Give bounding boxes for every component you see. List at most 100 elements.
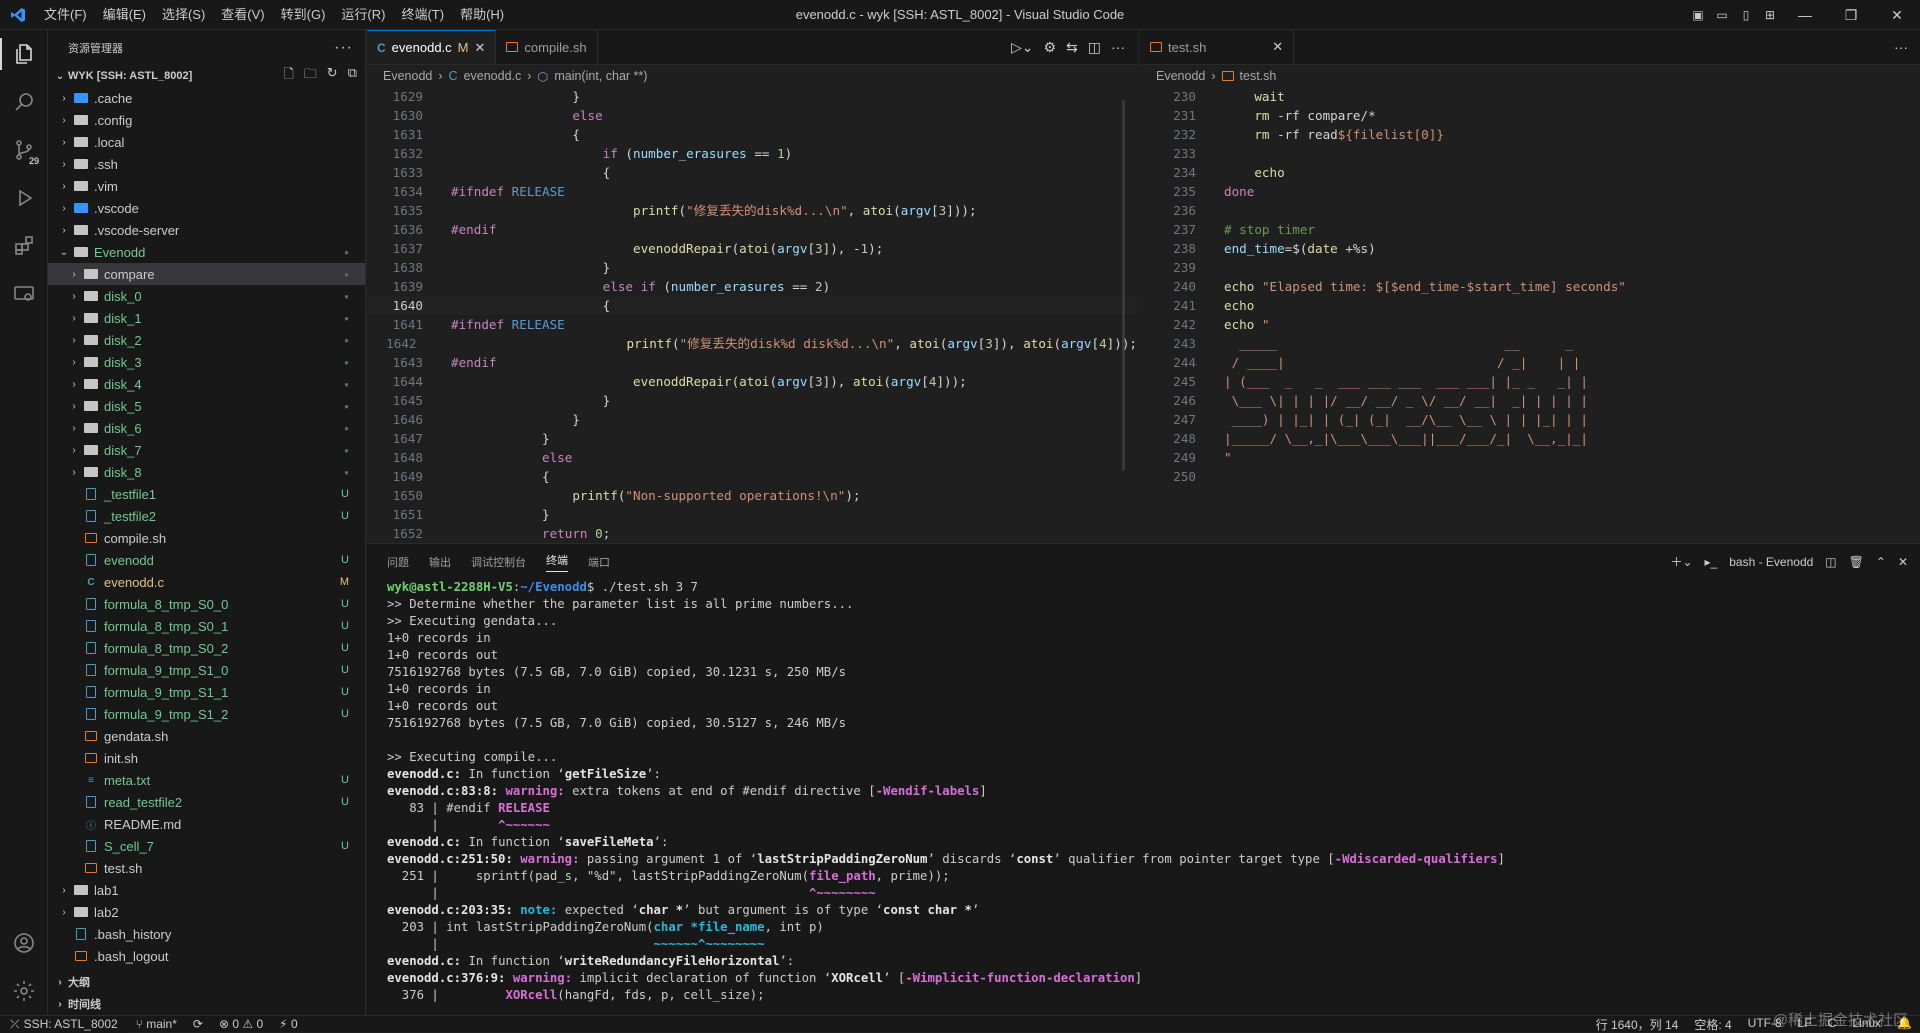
workspace-header[interactable]: ⌄ WYK [SSH: ASTL_8002] 🗋 🗀 ↻ ⧉ — [48, 65, 365, 87]
new-folder-icon[interactable]: 🗀 — [304, 65, 317, 87]
tree-item[interactable]: evenoddU — [48, 549, 365, 571]
run-file-icon[interactable]: ▷⌄ — [1011, 39, 1034, 56]
tree-item[interactable]: ›lab1 — [48, 879, 365, 901]
breadcrumb-symbol[interactable]: main(int, char **) — [554, 69, 647, 83]
menu-go[interactable]: 转到(G) — [273, 0, 334, 30]
tab-ports[interactable]: 端口 — [588, 554, 610, 570]
breadcrumb-folder[interactable]: Evenodd — [1156, 69, 1205, 83]
remote-indicator[interactable]: ⤫ SSH: ASTL_8002 — [0, 1016, 128, 1033]
remote-explorer-icon[interactable] — [0, 270, 48, 318]
code-editor[interactable]: 230 wait231 rm -rf compare/*232 rm -rf r… — [1140, 87, 1920, 486]
outline-section[interactable]: › 大纲 — [48, 971, 366, 993]
menu-help[interactable]: 帮助(H) — [452, 0, 512, 30]
tree-item[interactable]: ›.ssh — [48, 153, 365, 175]
tab-test-sh[interactable]: test.sh ✕ — [1140, 30, 1294, 64]
run-debug-icon[interactable] — [0, 174, 48, 222]
tree-item[interactable]: ›disk_0● — [48, 285, 365, 307]
menu-run[interactable]: 运行(R) — [333, 0, 393, 30]
breadcrumb-file[interactable]: evenodd.c — [464, 69, 522, 83]
tree-item[interactable]: _testfile2U — [48, 505, 365, 527]
breadcrumb-file[interactable]: test.sh — [1240, 69, 1277, 83]
trash-icon[interactable]: 🗑 — [1849, 555, 1864, 569]
close-tab-icon[interactable]: ✕ — [1272, 39, 1283, 55]
new-terminal-icon[interactable]: ＋⌄ — [1670, 553, 1692, 570]
branch-indicator[interactable]: ⑂ main* — [128, 1017, 185, 1031]
tree-item[interactable]: ›.vscode — [48, 197, 365, 219]
close-window-button[interactable]: ✕ — [1874, 7, 1920, 24]
restore-button[interactable]: ❐ — [1828, 7, 1874, 24]
tab-compile-sh[interactable]: compile.sh — [496, 30, 597, 64]
tree-item[interactable]: ›compare● — [48, 263, 365, 285]
tree-item[interactable]: ›disk_8● — [48, 461, 365, 483]
tree-item[interactable]: formula_9_tmp_S1_2U — [48, 703, 365, 725]
menu-view[interactable]: 查看(V) — [213, 0, 272, 30]
tree-item[interactable]: ›lab2 — [48, 901, 365, 923]
menu-edit[interactable]: 编辑(E) — [95, 0, 154, 30]
tree-item[interactable]: formula_9_tmp_S1_1U — [48, 681, 365, 703]
source-control-icon[interactable]: 29 — [0, 126, 48, 174]
more-actions-icon[interactable]: ··· — [334, 39, 353, 57]
timeline-section[interactable]: › 时间线 — [48, 993, 366, 1015]
tree-item[interactable]: ›disk_5● — [48, 395, 365, 417]
terminal-output[interactable]: wyk@astl-2288H-V5:~/Evenodd$ ./test.sh 3… — [367, 579, 1920, 1004]
split-editor-icon[interactable]: ◫ — [1088, 39, 1101, 56]
tab-output[interactable]: 输出 — [429, 554, 451, 570]
tree-item[interactable]: gendata.sh — [48, 725, 365, 747]
minimize-button[interactable]: — — [1782, 7, 1828, 23]
tree-item[interactable]: Cevenodd.cM — [48, 571, 365, 593]
more-actions-icon[interactable]: ··· — [1894, 39, 1908, 55]
settings-gear-icon[interactable] — [0, 967, 48, 1015]
tree-item[interactable]: compile.sh — [48, 527, 365, 549]
gear-icon[interactable]: ⚙ — [1043, 39, 1056, 56]
tree-item[interactable]: ⓘREADME.md — [48, 813, 365, 835]
toggle-sidebar-icon[interactable]: ▣ — [1689, 8, 1707, 22]
tree-item[interactable]: read_testfile2U — [48, 791, 365, 813]
tab-terminal[interactable]: 终端 — [546, 552, 568, 572]
tree-item[interactable]: test.sh — [48, 857, 365, 879]
menu-terminal[interactable]: 终端(T) — [393, 0, 452, 30]
cursor-position[interactable]: 行 1640，列 14 — [1588, 1016, 1687, 1033]
tree-item[interactable]: ›disk_3● — [48, 351, 365, 373]
tab-evenodd-c[interactable]: C evenodd.c M ✕ — [367, 30, 496, 64]
tree-item[interactable]: formula_9_tmp_S1_0U — [48, 659, 365, 681]
sync-icon[interactable]: ⟳ — [185, 1017, 211, 1031]
tree-item[interactable]: ›disk_2● — [48, 329, 365, 351]
tree-item[interactable]: formula_8_tmp_S0_1U — [48, 615, 365, 637]
tree-item[interactable]: ›.vscode-server — [48, 219, 365, 241]
menu-file[interactable]: 文件(F) — [36, 0, 95, 30]
tree-item[interactable]: ›.cache — [48, 87, 365, 109]
account-icon[interactable] — [0, 919, 48, 967]
new-file-icon[interactable]: 🗋 — [283, 65, 293, 87]
more-actions-icon[interactable]: ··· — [1111, 39, 1125, 55]
collapse-all-icon[interactable]: ⧉ — [348, 65, 357, 87]
tree-item[interactable]: S_cell_7U — [48, 835, 365, 857]
tree-item[interactable]: ›disk_1● — [48, 307, 365, 329]
refresh-icon[interactable]: ↻ — [327, 65, 338, 87]
tree-item[interactable]: .bash_history — [48, 923, 365, 945]
problems-indicator[interactable]: ⊗ 0 ⚠ 0 — [211, 1017, 271, 1031]
customize-layout-icon[interactable]: ⊞ — [1761, 8, 1779, 22]
extensions-icon[interactable] — [0, 222, 48, 270]
tree-item[interactable]: ›.local — [48, 131, 365, 153]
terminal-name[interactable]: bash - Evenodd — [1729, 555, 1813, 569]
tree-item[interactable]: formula_8_tmp_S0_2U — [48, 637, 365, 659]
tab-debug-console[interactable]: 调试控制台 — [471, 554, 526, 570]
search-icon[interactable] — [0, 78, 48, 126]
tab-problems[interactable]: 问题 — [387, 554, 409, 570]
tree-item[interactable]: ≡meta.txtU — [48, 769, 365, 791]
explorer-icon[interactable] — [0, 30, 48, 78]
tree-item[interactable]: _testfile1U — [48, 483, 365, 505]
maximize-panel-icon[interactable]: ⌃ — [1876, 555, 1886, 569]
editor-scrollbar[interactable] — [1122, 100, 1125, 470]
tree-item[interactable]: init.sh — [48, 747, 365, 769]
ports-indicator[interactable]: ⚡ 0 — [271, 1017, 305, 1031]
tree-item[interactable]: .bash_logout — [48, 945, 365, 967]
tree-item[interactable]: ›.config — [48, 109, 365, 131]
toggle-panel-icon[interactable]: ▭ — [1713, 8, 1731, 22]
tree-item[interactable]: ⌄Evenodd● — [48, 241, 365, 263]
menu-selection[interactable]: 选择(S) — [154, 0, 213, 30]
close-panel-icon[interactable]: ✕ — [1898, 555, 1908, 569]
tree-item[interactable]: ›.vim — [48, 175, 365, 197]
compare-changes-icon[interactable]: ⇆ — [1066, 39, 1078, 56]
breadcrumb-folder[interactable]: Evenodd — [383, 69, 432, 83]
